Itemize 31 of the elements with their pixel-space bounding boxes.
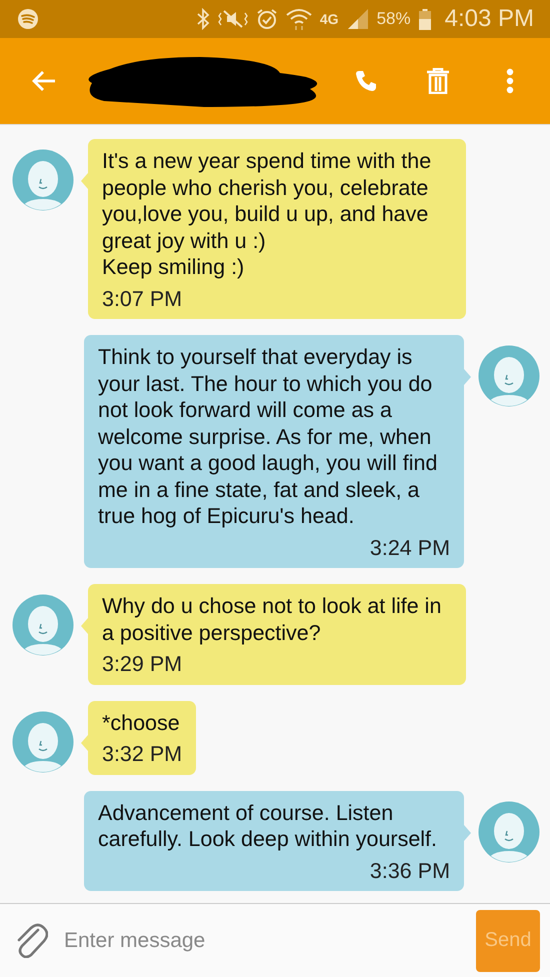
bluetooth-icon — [196, 8, 210, 30]
alarm-icon — [256, 8, 278, 30]
battery-icon — [418, 8, 431, 30]
message-text: It's a new year spend time with the people who cherish you, celebrate you,love you, build u up, and have great joy with u :) Keep smiling :) — [102, 148, 432, 280]
message-time: 3:32 PM — [102, 741, 182, 768]
avatar-icon — [478, 800, 540, 862]
status-time: 4:03 PM — [444, 5, 534, 33]
phone-icon — [354, 69, 378, 93]
trash-icon — [426, 68, 450, 94]
message-text: Why do u chose not to look at life in a positive perspective? — [102, 593, 442, 646]
message-time: 3:24 PM — [370, 534, 450, 561]
more-icon — [506, 68, 514, 94]
message-time: 3:29 PM — [102, 651, 184, 678]
message-text: *choose — [102, 710, 181, 736]
avatar-icon — [478, 345, 540, 407]
back-icon — [31, 69, 57, 93]
message-text: Advancement of course. Listen carefully. Look deep within yourself. — [98, 800, 438, 852]
avatar-icon — [12, 149, 74, 211]
message-text: Think to yourself that everyday is your last. The hour to which you do not look forward will come as a welcome surprise. As for me, when you want a good laugh, you will find me in a fine state, fat and sleek, a true hog of Epicuru's head. — [98, 344, 438, 530]
send-button[interactable]: Send — [476, 910, 540, 972]
message-time: 3:07 PM — [102, 286, 184, 312]
signal-icon — [346, 8, 369, 30]
network-type-label: 4G — [320, 11, 339, 27]
app-notification-icon — [17, 8, 39, 30]
wifi-icon — [286, 7, 312, 31]
message-input[interactable]: Enter message — [62, 928, 462, 954]
avatar-icon — [12, 710, 74, 772]
avatar-icon — [12, 594, 74, 656]
mute-icon — [218, 8, 248, 30]
battery-percentage: 58% — [376, 9, 411, 29]
message-time: 3:36 PM — [370, 858, 450, 884]
